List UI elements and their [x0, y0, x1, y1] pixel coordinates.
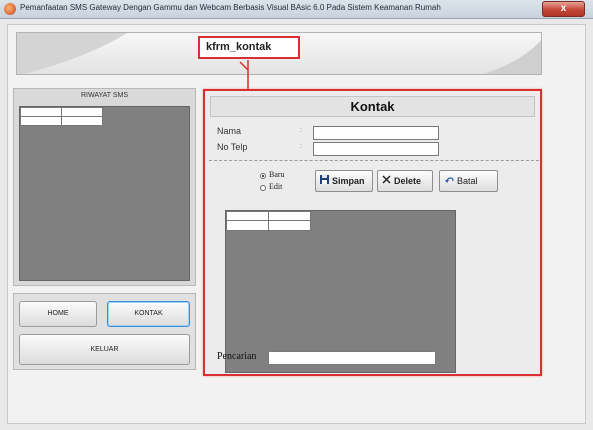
x-mark-icon — [382, 171, 391, 191]
simpan-button[interactable]: Simpan — [315, 170, 373, 192]
grid-cell[interactable] — [226, 220, 269, 231]
notelp-colon: : — [300, 143, 302, 150]
riwayat-sms-grid[interactable] — [19, 106, 190, 281]
kontak-title: Kontak — [210, 96, 535, 117]
nama-colon: : — [300, 127, 302, 134]
nama-field[interactable] — [313, 126, 439, 140]
simpan-label: Simpan — [332, 176, 365, 186]
grid-cell[interactable] — [20, 116, 62, 126]
delete-button[interactable]: Delete — [377, 170, 433, 192]
window-title: Pemanfaatan SMS Gateway Dengan Gammu dan… — [20, 3, 441, 12]
grid-cell[interactable] — [268, 220, 311, 231]
batal-label: Batal — [457, 176, 478, 186]
notelp-label: No Telp — [217, 142, 248, 152]
kontak-button[interactable]: KONTAK — [107, 301, 190, 327]
keluar-button[interactable]: KELUAR — [19, 334, 190, 365]
mode-baru-radio[interactable] — [260, 173, 266, 179]
close-button[interactable]: x — [542, 1, 585, 17]
mode-baru-label: Baru — [269, 170, 285, 179]
floppy-disk-icon — [320, 171, 329, 191]
home-button[interactable]: HOME — [19, 301, 97, 327]
pencarian-label: Pencarian — [217, 351, 257, 362]
app-icon — [4, 3, 16, 15]
mode-edit-radio[interactable] — [260, 185, 266, 191]
pencarian-input[interactable] — [268, 351, 436, 365]
kontak-panel: Kontak Nama : No Telp : Baru Edit Simpan… — [203, 89, 542, 376]
grid-cell[interactable] — [61, 116, 103, 126]
navigation-panel: HOME KONTAK KELUAR — [13, 293, 196, 370]
window-title-bar: Pemanfaatan SMS Gateway Dengan Gammu dan… — [0, 0, 593, 19]
riwayat-sms-panel: RIWAYAT SMS — [13, 88, 196, 286]
form-name-callout: kfrm_kontak — [198, 36, 300, 59]
batal-button[interactable]: Batal — [439, 170, 498, 192]
riwayat-sms-title: RIWAYAT SMS — [80, 92, 129, 99]
delete-label: Delete — [394, 176, 422, 186]
undo-arrow-icon — [444, 171, 454, 191]
notelp-field[interactable] — [313, 142, 439, 156]
kontak-grid[interactable] — [225, 210, 456, 373]
nama-label: Nama — [217, 126, 242, 136]
mode-edit-label: Edit — [269, 182, 283, 191]
section-divider — [209, 160, 539, 161]
